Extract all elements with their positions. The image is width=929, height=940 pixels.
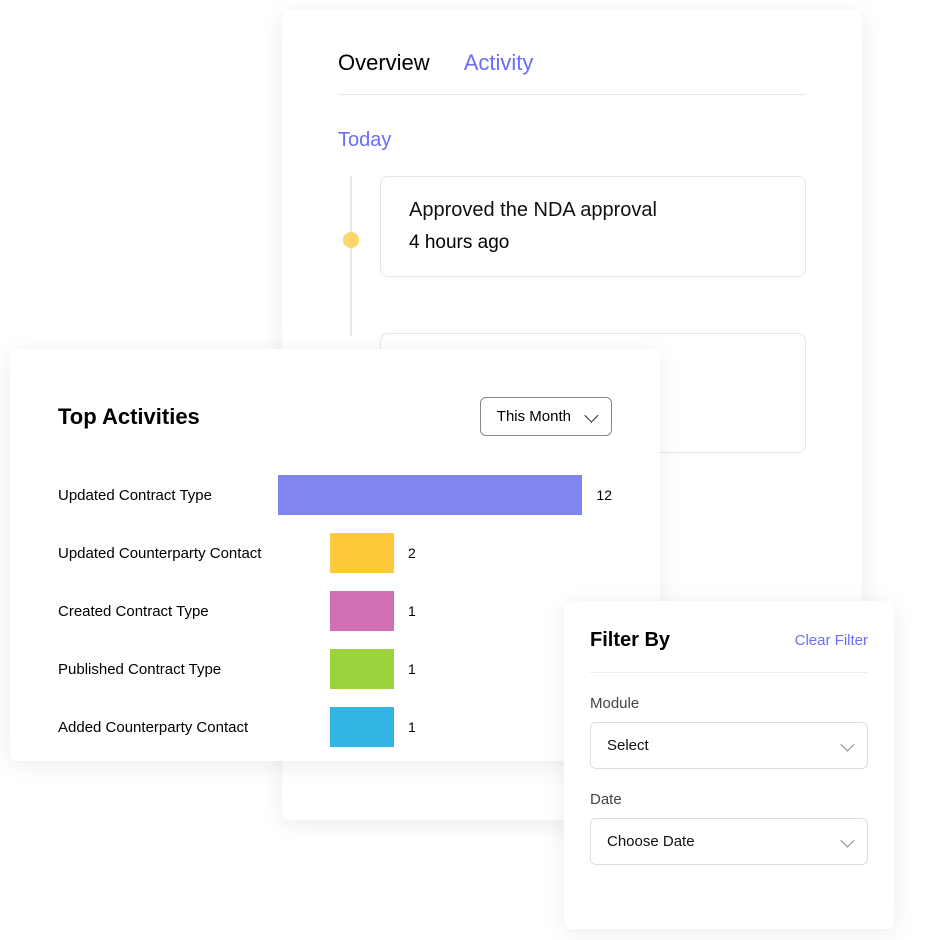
- activity-bar-row: Published Contract Type 1: [58, 640, 612, 698]
- activity-bar-fill: [330, 707, 394, 747]
- top-activities-title: Top Activities: [58, 404, 200, 430]
- tab-overview[interactable]: Overview: [338, 50, 430, 76]
- period-select[interactable]: This Month: [480, 397, 612, 436]
- activity-bar-label: Added Counterparty Contact: [58, 719, 330, 736]
- filter-panel: Filter By Clear Filter Module Select Dat…: [564, 601, 894, 929]
- activity-bar-label: Updated Counterparty Contact: [58, 545, 330, 562]
- period-selected-label: This Month: [497, 408, 571, 425]
- activity-bar-value: 2: [408, 545, 416, 561]
- timeline-section-label: Today: [338, 129, 806, 152]
- tabs: Overview Activity: [338, 50, 806, 95]
- activity-bar-row: Updated Counterparty Contact 2: [58, 524, 612, 582]
- date-field-label: Date: [590, 791, 868, 808]
- date-select-value: Choose Date: [607, 833, 695, 850]
- module-select[interactable]: Select: [590, 722, 868, 769]
- timeline-dot-icon: [343, 232, 359, 248]
- activity-bar-fill: [330, 533, 394, 573]
- activity-bar-row: Updated Contract Type 12: [58, 466, 612, 524]
- activities-chart: Updated Contract Type12Updated Counterpa…: [58, 466, 612, 756]
- activity-bar-fill: [278, 475, 582, 515]
- filter-title: Filter By: [590, 629, 670, 652]
- activity-bar-label: Published Contract Type: [58, 661, 330, 678]
- event-title: Approved the NDA approval: [409, 199, 777, 222]
- chevron-down-icon: [840, 737, 854, 751]
- activity-bar-value: 1: [408, 603, 416, 619]
- activity-bar-label: Created Contract Type: [58, 603, 330, 620]
- activity-bar-value: 12: [596, 487, 612, 503]
- module-select-value: Select: [607, 737, 649, 754]
- chevron-down-icon: [840, 833, 854, 847]
- tab-activity[interactable]: Activity: [464, 50, 534, 76]
- top-activities-panel: Top Activities This Month Updated Contra…: [10, 349, 660, 761]
- activity-bar-fill: [330, 649, 394, 689]
- activity-bar-fill: [330, 591, 394, 631]
- module-field-label: Module: [590, 695, 868, 712]
- activity-bar-row: Added Counterparty Contact 1: [58, 698, 612, 756]
- timeline-line: [350, 176, 352, 336]
- event-time: 4 hours ago: [409, 232, 777, 254]
- activity-bar-value: 1: [408, 719, 416, 735]
- activity-bar-row: Created Contract Type 1: [58, 582, 612, 640]
- timeline-event[interactable]: Approved the NDA approval 4 hours ago: [380, 176, 806, 277]
- activity-bar-value: 1: [408, 661, 416, 677]
- chevron-down-icon: [584, 408, 598, 422]
- activity-bar-label: Updated Contract Type: [58, 487, 278, 504]
- clear-filter-link[interactable]: Clear Filter: [795, 632, 868, 649]
- date-select[interactable]: Choose Date: [590, 818, 868, 865]
